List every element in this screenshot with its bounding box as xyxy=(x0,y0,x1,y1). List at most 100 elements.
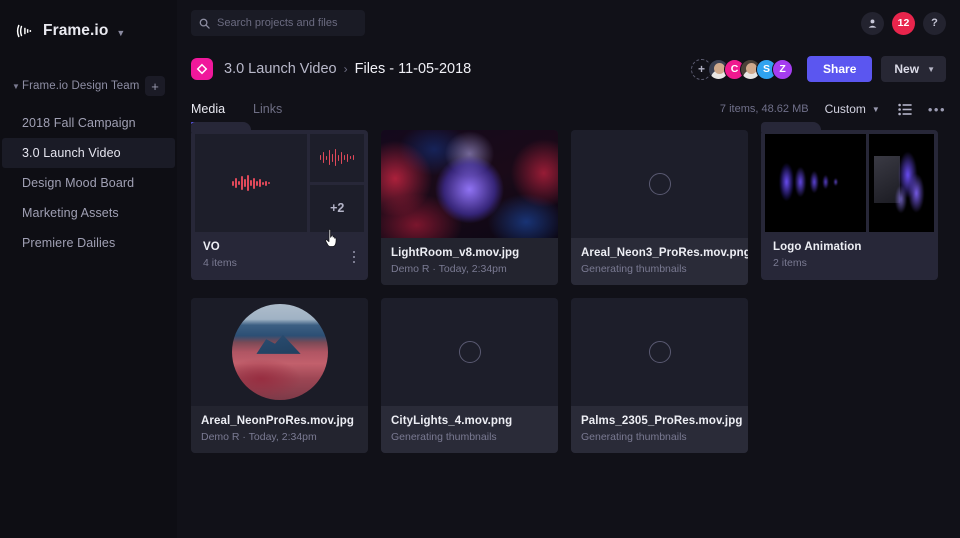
thumbnail-primary xyxy=(195,134,308,232)
thumbnail xyxy=(381,298,558,406)
card-body: Logo Animation 2 items xyxy=(761,130,938,280)
thumbnail-overflow: +2 xyxy=(310,184,364,232)
project-label: 3.0 Launch Video xyxy=(22,146,121,160)
tab-links[interactable]: Links xyxy=(253,92,282,126)
chevron-down-icon[interactable]: ▼ xyxy=(10,82,22,91)
loading-spinner-wrap xyxy=(381,298,558,406)
avatar[interactable]: Z xyxy=(772,58,794,80)
loading-spinner-wrap xyxy=(571,130,748,238)
file-meta: Generating thumbnails xyxy=(391,431,497,443)
main-content: Search projects and files 12 ? 3.0 Launc… xyxy=(177,0,960,538)
logo-glow-image xyxy=(765,134,866,232)
sidebar-item-2018-fall-campaign[interactable]: 2018 Fall Campaign xyxy=(0,108,177,138)
project-list: 2018 Fall Campaign 3.0 Launch Video Desi… xyxy=(0,108,177,258)
project-diamond-icon[interactable] xyxy=(191,58,213,80)
team-header[interactable]: ▼ Frame.io Design Team + xyxy=(0,74,177,98)
card-body: +2 VO 4 items xyxy=(191,130,368,280)
tab-media[interactable]: Media xyxy=(191,92,226,126)
sidebar-item-design-mood-board[interactable]: Design Mood Board xyxy=(0,168,177,198)
file-card-palms[interactable]: Palms_2305_ProRes.mov.jpg Generating thu… xyxy=(571,298,748,453)
collaborator-avatars: + C S Z xyxy=(691,58,794,80)
waveform-bars xyxy=(232,175,270,191)
search-icon xyxy=(199,18,210,29)
audio-waveform-icon xyxy=(195,134,307,232)
sidebar-item-marketing-assets[interactable]: Marketing Assets xyxy=(0,198,177,228)
thumbnail-stack: +2 xyxy=(310,134,364,232)
file-card-vo[interactable]: +2 VO 4 items xyxy=(191,122,368,285)
file-meta: Generating thumbnails xyxy=(581,431,687,443)
thumbnail-primary xyxy=(765,134,866,232)
file-card-citylights[interactable]: CityLights_4.mov.png Generating thumbnai… xyxy=(381,298,558,453)
card-kebab-menu[interactable] xyxy=(352,250,355,263)
thumbnail xyxy=(571,130,748,238)
thumbnail-image xyxy=(381,130,558,238)
brand-name: Frame.io xyxy=(43,22,109,39)
sort-value: Custom xyxy=(824,102,866,116)
thumbnail-placeholder xyxy=(571,130,748,238)
card-body: Palms_2305_ProRes.mov.jpg Generating thu… xyxy=(571,298,748,453)
chevron-down-icon: ▼ xyxy=(871,104,880,114)
file-card-areal-neon3[interactable]: Areal_Neon3_ProRes.mov.png Generating th… xyxy=(571,130,748,285)
file-name: Areal_Neon3_ProRes.mov.png xyxy=(581,247,748,259)
file-name: VO xyxy=(203,241,220,253)
project-label: Design Mood Board xyxy=(22,176,135,190)
sidebar-item-30-launch-video[interactable]: 3.0 Launch Video xyxy=(2,138,175,168)
thumbnail-placeholder xyxy=(571,298,748,406)
topbar-actions: 12 ? xyxy=(861,11,946,35)
card-info: CityLights_4.mov.png Generating thumbnai… xyxy=(381,406,558,453)
search-placeholder: Search projects and files xyxy=(217,17,338,29)
project-label: Premiere Dailies xyxy=(22,236,116,250)
thumbnail xyxy=(571,298,748,406)
file-grid: +2 VO 4 items LightRoom_v8.mov.jpg Demo … xyxy=(177,122,960,453)
file-name: Areal_NeonProRes.mov.jpg xyxy=(201,415,355,427)
file-name: Logo Animation xyxy=(773,241,862,253)
tab-bar: Media Links 7 items, 48.62 MB Custom ▼ •… xyxy=(177,92,960,126)
circular-crop xyxy=(231,304,328,400)
brand-logo-area[interactable]: Frame.io ▼ xyxy=(0,0,177,46)
thumbnail-placeholder xyxy=(381,298,558,406)
file-meta: Generating thumbnails xyxy=(581,263,687,275)
card-body: LightRoom_v8.mov.jpg Demo R · Today, 2:3… xyxy=(381,130,558,285)
loading-spinner-wrap xyxy=(571,298,748,406)
search-input[interactable]: Search projects and files xyxy=(191,10,365,36)
more-options-button[interactable]: ••• xyxy=(928,103,946,116)
card-info: LightRoom_v8.mov.jpg Demo R · Today, 2:3… xyxy=(381,238,558,285)
file-name: LightRoom_v8.mov.jpg xyxy=(391,247,520,259)
item-count-label: 7 items, 48.62 MB xyxy=(719,103,809,115)
file-card-logo-animation[interactable]: Logo Animation 2 items xyxy=(761,122,938,285)
card-info: VO 4 items xyxy=(195,232,364,276)
audio-waveform-icon xyxy=(310,134,364,182)
notifications-badge[interactable]: 12 xyxy=(892,11,915,35)
share-button[interactable]: Share xyxy=(807,56,873,82)
sort-select[interactable]: Custom ▼ xyxy=(825,102,880,116)
breadcrumb-separator: › xyxy=(343,62,348,76)
file-meta: Demo R · Today, 2:34pm xyxy=(201,431,317,443)
top-bar: Search projects and files 12 ? xyxy=(177,0,960,46)
file-card-areal-neonprores[interactable]: Areal_NeonProRes.mov.jpg Demo R · Today,… xyxy=(191,298,368,453)
loading-spinner-icon xyxy=(648,341,671,363)
list-view-button[interactable] xyxy=(898,103,912,116)
waveform-bars xyxy=(319,149,355,167)
project-label: Marketing Assets xyxy=(22,206,119,220)
card-info: Areal_NeonProRes.mov.jpg Demo R · Today,… xyxy=(191,406,368,453)
card-body: CityLights_4.mov.png Generating thumbnai… xyxy=(381,298,558,453)
tab-label: Media xyxy=(191,102,226,116)
mountain-shape xyxy=(256,334,301,354)
add-project-button[interactable]: + xyxy=(145,76,165,96)
app-root: Frame.io ▼ ▼ Frame.io Design Team + 2018… xyxy=(0,0,960,538)
file-meta: 2 items xyxy=(773,257,807,269)
chevron-down-icon[interactable]: ▼ xyxy=(116,28,125,38)
help-button[interactable]: ? xyxy=(923,11,946,35)
new-button[interactable]: New ▼ xyxy=(881,56,946,82)
diamond-icon xyxy=(196,63,208,75)
file-card-lightroom[interactable]: LightRoom_v8.mov.jpg Demo R · Today, 2:3… xyxy=(381,130,558,285)
thumbnail xyxy=(381,130,558,238)
sidebar-item-premiere-dailies[interactable]: Premiere Dailies xyxy=(0,228,177,258)
thumbnail-secondary xyxy=(868,134,934,232)
account-button[interactable] xyxy=(861,11,884,35)
sidebar: Frame.io ▼ ▼ Frame.io Design Team + 2018… xyxy=(0,0,177,538)
breadcrumb-project[interactable]: 3.0 Launch Video xyxy=(224,61,337,77)
new-button-label: New xyxy=(894,62,920,76)
file-name: Palms_2305_ProRes.mov.jpg xyxy=(581,415,743,427)
chevron-down-icon: ▼ xyxy=(927,64,935,74)
